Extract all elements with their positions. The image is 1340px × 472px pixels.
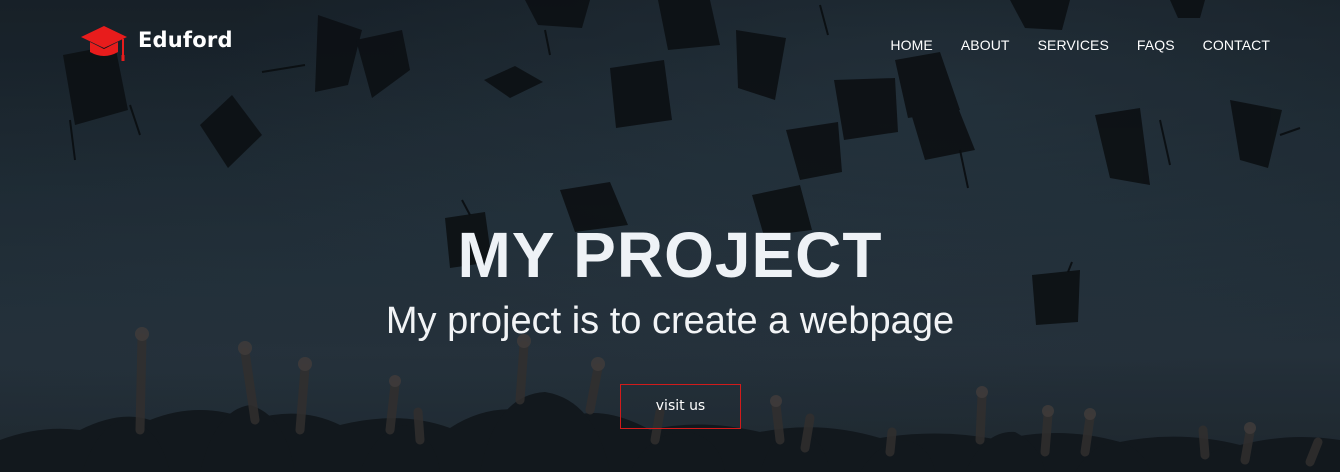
- nav-link-home[interactable]: HOME: [890, 37, 932, 53]
- nav-item-home: HOME: [890, 37, 932, 55]
- nav-item-contact: CONTACT: [1203, 37, 1270, 55]
- top-navbar: Eduford HOME ABOUT SERVICES FAQS CONTACT: [0, 0, 1340, 80]
- nav-link-contact[interactable]: CONTACT: [1203, 37, 1270, 53]
- nav-link-services[interactable]: SERVICES: [1038, 37, 1109, 53]
- brand-name: Eduford: [138, 28, 233, 52]
- hero-title: MY PROJECT: [457, 219, 883, 291]
- brand-logo-link[interactable]: Eduford: [80, 22, 233, 64]
- nav-item-services: SERVICES: [1038, 37, 1109, 55]
- nav-menu: HOME ABOUT SERVICES FAQS CONTACT: [890, 37, 1270, 55]
- hero-section: Eduford HOME ABOUT SERVICES FAQS CONTACT…: [0, 0, 1340, 472]
- nav-item-about: ABOUT: [961, 37, 1010, 55]
- hero-text-block: MY PROJECT My project is to create a web…: [0, 218, 1340, 346]
- graduation-cap-icon: [81, 26, 127, 61]
- nav-link-faqs[interactable]: FAQS: [1137, 37, 1175, 53]
- nav-link-about[interactable]: ABOUT: [961, 37, 1010, 53]
- nav-item-faqs: FAQS: [1137, 37, 1175, 55]
- visit-us-button[interactable]: visit us: [620, 384, 741, 429]
- hero-subtitle: My project is to create a webpage: [385, 300, 955, 342]
